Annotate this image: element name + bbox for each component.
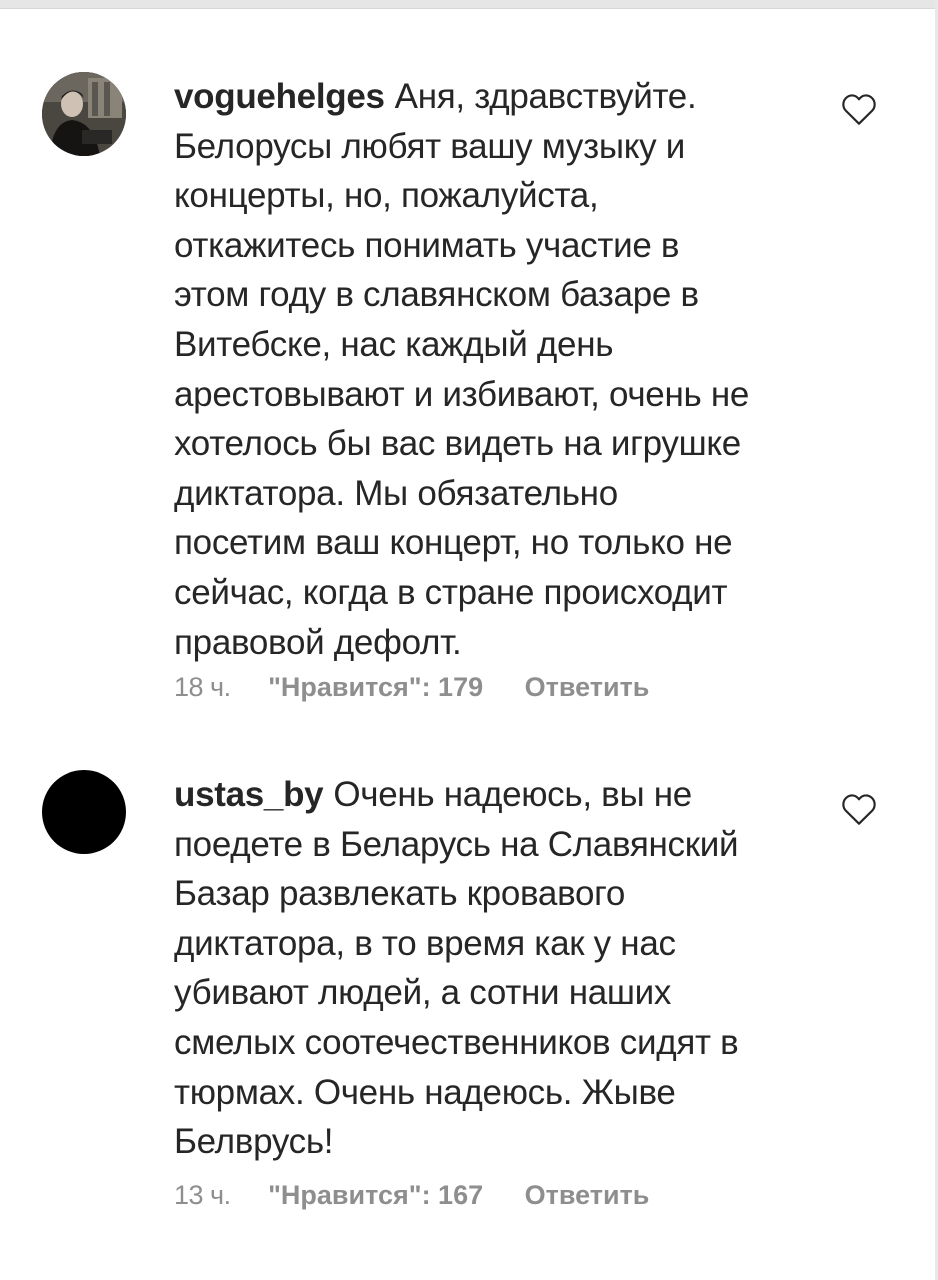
comment-meta: 13 ч. "Нравится": 167 Ответить — [174, 1180, 649, 1211]
top-divider — [0, 0, 938, 9]
reply-button[interactable]: Ответить — [525, 1180, 650, 1210]
comment-line: посетим ваш концерт, но только не — [174, 523, 733, 563]
like-count[interactable]: "Нравится": 167 — [268, 1180, 483, 1210]
heart-outline-icon — [842, 794, 876, 825]
comment-line: смелых соотечественников сидят в — [174, 1022, 739, 1062]
comment-timestamp: 18 ч. — [174, 672, 231, 702]
avatar[interactable] — [42, 72, 126, 156]
like-button[interactable] — [840, 792, 878, 826]
comment-body: ustas_by Очень надеюсь, вы не поедете в Б… — [174, 770, 814, 1167]
comment-line: этом году в славянском базаре в — [174, 275, 699, 315]
comment-line: диктатора. Мы обязательно — [174, 473, 618, 513]
comment-line: тюрмах. Очень надеюсь. Жыве — [174, 1072, 676, 1112]
comment-line: концерты, но, пожалуйста, — [174, 176, 599, 216]
comment-line: откажитесь понимать участие в — [174, 225, 680, 265]
comment-first-line: voguehelges Аня, здравствуйте. — [174, 72, 814, 122]
comment-meta: 18 ч. "Нравится": 179 Ответить — [174, 672, 649, 703]
comment-line: убивают людей, а сотни наших — [174, 973, 672, 1013]
like-count[interactable]: "Нравится": 179 — [268, 672, 483, 702]
comment-body: voguehelges Аня, здравствуйте. Белорусы л… — [174, 72, 814, 667]
avatar[interactable] — [42, 770, 126, 854]
comment-line: Очень надеюсь, вы не — [333, 775, 692, 814]
comment-line: Базар развлекать кровавого — [174, 874, 626, 914]
comment-timestamp: 13 ч. — [174, 1180, 231, 1210]
comment-line: сейчас, когда в стране происходит — [174, 572, 728, 612]
comment-line: хотелось бы вас видеть на игрушке — [174, 424, 741, 464]
comment-first-line: ustas_by Очень надеюсь, вы не — [174, 770, 814, 820]
comment-line: Белорусы любят вашу музыку и — [174, 126, 685, 166]
comment-line: Витебске, нас каждый день — [174, 324, 614, 364]
reply-button[interactable]: Ответить — [525, 672, 650, 702]
comment-line: диктатора, в то время как у нас — [174, 923, 676, 963]
comment-line: Белврусь! — [174, 1122, 334, 1162]
heart-outline-icon — [842, 94, 876, 125]
comment-line: правовой дефолт. — [174, 622, 462, 662]
comment-username[interactable]: voguehelges — [174, 77, 385, 116]
comment-line: Аня, здравствуйте. — [394, 77, 697, 116]
comment-line: арестовывают и избивают, очень не — [174, 374, 750, 414]
user-photo-icon — [42, 72, 126, 156]
like-button[interactable] — [840, 92, 878, 126]
comment-username[interactable]: ustas_by — [174, 775, 324, 814]
comment-line: поедете в Беларусь на Славянский — [174, 824, 739, 864]
